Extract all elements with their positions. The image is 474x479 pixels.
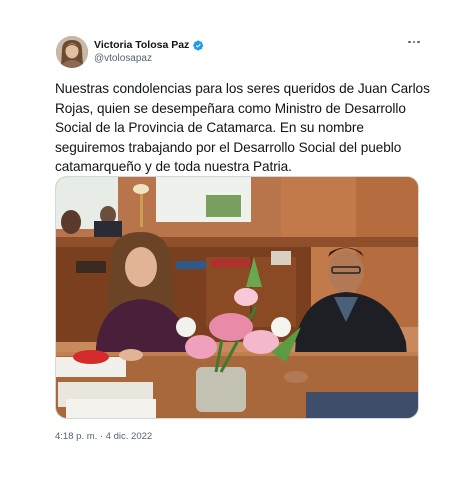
more-dot <box>417 40 420 44</box>
tweet-text: Nuestras condolencias para los seres que… <box>55 81 430 175</box>
author-display-name[interactable]: Victoria Tolosa Paz <box>94 38 189 52</box>
more-dot <box>412 40 416 44</box>
more-options-icon[interactable] <box>406 36 422 48</box>
photo-image <box>56 177 418 418</box>
avatar-image <box>56 36 88 68</box>
tweet-photo[interactable] <box>55 176 419 419</box>
tweet-card: Victoria Tolosa Paz @vtolosapaz Nuestras… <box>0 0 474 479</box>
more-dot <box>408 40 411 44</box>
verified-badge-icon <box>193 40 204 50</box>
author-info: Victoria Tolosa Paz @vtolosapaz <box>94 38 204 66</box>
author-handle[interactable]: @vtolosapaz <box>94 52 204 66</box>
author-avatar[interactable] <box>56 36 88 68</box>
tweet-timestamp[interactable]: 4:18 p. m. · 4 dic. 2022 <box>55 431 152 442</box>
